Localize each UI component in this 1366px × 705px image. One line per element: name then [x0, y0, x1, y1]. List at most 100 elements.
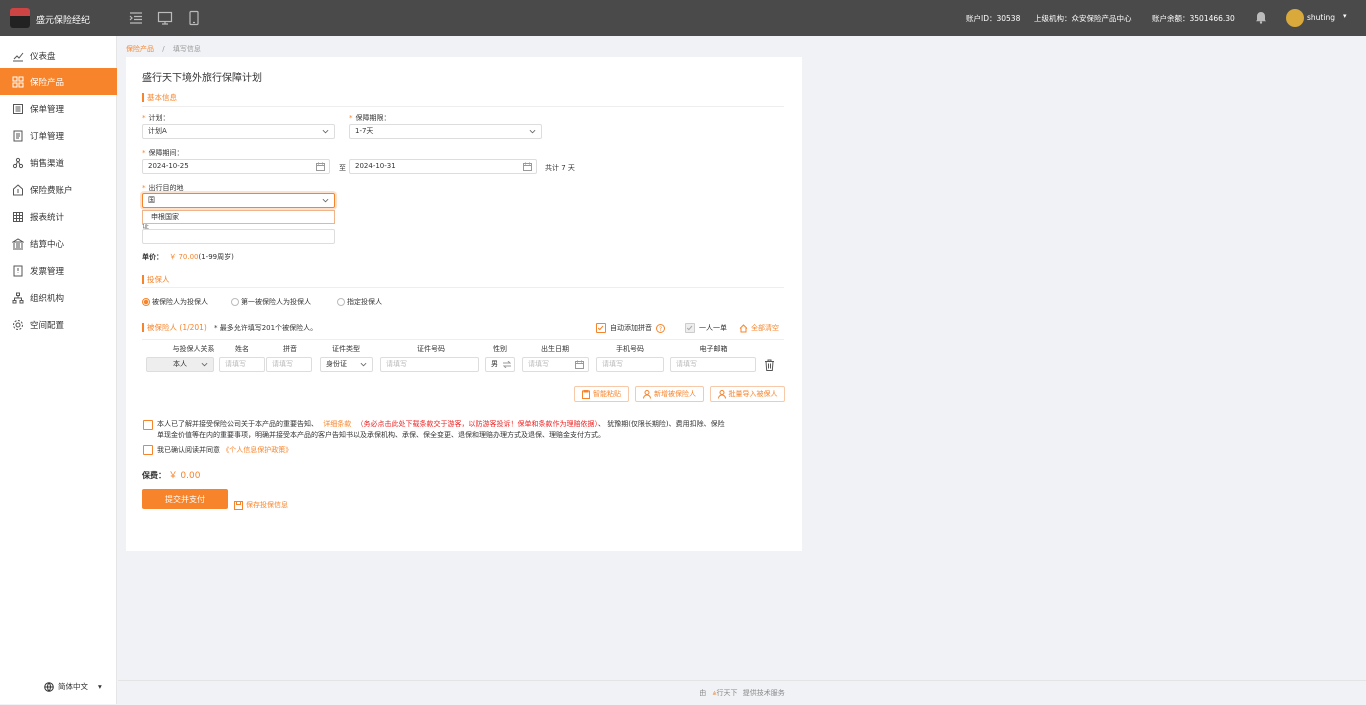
- caret-down-icon: ▾: [98, 682, 102, 691]
- footer: 由 ⩓行天下 提供技术服务: [118, 680, 1366, 704]
- sidebar-item-settlement[interactable]: 结算中心: [0, 230, 117, 257]
- destination-input[interactable]: 国: [142, 193, 335, 208]
- pinyin-input[interactable]: 请填写: [266, 357, 312, 372]
- hidden-field-input[interactable]: [142, 229, 335, 244]
- user-import-icon: [717, 389, 726, 399]
- gender-toggle[interactable]: 男: [485, 357, 515, 372]
- breadcrumb-root[interactable]: 保险产品: [126, 45, 154, 53]
- chevron-down-icon: [529, 129, 536, 134]
- col-name: 姓名: [235, 345, 249, 353]
- sidebar-item-channels[interactable]: 销售渠道: [0, 149, 117, 176]
- trash-icon[interactable]: [764, 359, 775, 371]
- caret-down-icon[interactable]: ▾: [1343, 12, 1347, 20]
- sidebar: 仪表盘 保险产品 保单管理 订单管理 销售渠道 保险费账户 报表统计 结算中心 …: [0, 36, 117, 704]
- one-per-policy-checkbox[interactable]: 一人一单: [685, 323, 727, 333]
- end-date-input[interactable]: 2024-10-31: [349, 159, 537, 174]
- sidebar-item-space-config[interactable]: 空间配置: [0, 311, 117, 338]
- col-gender: 性别: [493, 345, 507, 353]
- id-number-input[interactable]: 请填写: [380, 357, 479, 372]
- indent-icon[interactable]: [128, 10, 144, 26]
- phone-input[interactable]: 请填写: [596, 357, 664, 372]
- share-icon: [12, 157, 24, 168]
- org-icon: [12, 292, 24, 303]
- svg-text:?: ?: [659, 326, 662, 333]
- sidebar-item-products[interactable]: 保险产品: [0, 68, 117, 95]
- gear-icon: [13, 319, 23, 330]
- sidebar-item-label: 订单管理: [30, 131, 65, 142]
- footer-brand: 行天下: [716, 689, 738, 697]
- sidebar-item-policies[interactable]: 保单管理: [0, 95, 117, 122]
- radio-insured-is-applicant[interactable]: 被保险人为投保人: [142, 297, 208, 307]
- smart-paste-button[interactable]: 智能粘贴: [574, 386, 629, 402]
- help-icon[interactable]: ?: [656, 323, 665, 333]
- sidebar-item-label: 保险费账户: [30, 185, 73, 196]
- terms-link[interactable]: 详细条款: [323, 420, 351, 428]
- id-type-select[interactable]: 身份证: [320, 357, 373, 372]
- clear-all-button[interactable]: 全部清空: [739, 323, 779, 333]
- privacy-policy-link[interactable]: 《个人信息保护政策》: [222, 446, 292, 454]
- wallet-icon: [13, 183, 23, 195]
- divider: [142, 339, 784, 340]
- calendar-icon: [316, 162, 325, 171]
- term-label: * 保障期限：: [349, 114, 391, 122]
- bell-icon[interactable]: [1254, 10, 1268, 24]
- doc-icon: [13, 130, 23, 141]
- sidebar-item-organization[interactable]: 组织机构: [0, 284, 117, 311]
- username[interactable]: shuting: [1307, 13, 1335, 22]
- section-insured: 被保险人 (1/201): [142, 323, 207, 332]
- divider: [142, 106, 784, 107]
- col-pinyin: 拼音: [283, 345, 297, 353]
- col-birthdate: 出生日期: [541, 345, 569, 353]
- start-date-input[interactable]: 2024-10-25: [142, 159, 330, 174]
- bank-icon: [12, 237, 24, 249]
- sidebar-item-dashboard[interactable]: 仪表盘: [0, 42, 117, 69]
- agree-privacy-checkbox[interactable]: [143, 445, 153, 455]
- language-switcher[interactable]: 简体中文 ▾: [44, 681, 102, 692]
- avatar[interactable]: [1286, 9, 1304, 27]
- sidebar-item-reports[interactable]: 报表统计: [0, 203, 117, 230]
- submit-pay-button[interactable]: 提交并支付: [142, 489, 228, 509]
- radio-designated-applicant[interactable]: 指定投保人: [337, 297, 382, 307]
- total-days: 共计 7 天: [545, 164, 575, 172]
- relation-select[interactable]: 本人: [146, 357, 214, 372]
- radio-first-insured-applicant[interactable]: 第一被保险人为投保人: [231, 297, 311, 307]
- breadcrumb-separator: /: [162, 45, 165, 53]
- col-email: 电子邮箱: [699, 345, 728, 353]
- sidebar-item-premium-account[interactable]: 保险费账户: [0, 176, 117, 203]
- destination-option[interactable]: 申根国家: [142, 210, 335, 224]
- birthdate-input[interactable]: 请填写: [522, 357, 589, 372]
- top-bar: 盛元保险经纪 账户ID：30538 上级机构：众安保险产品中心 账户余额：350…: [0, 0, 1366, 36]
- invoice-icon: [13, 265, 23, 276]
- sidebar-item-label: 空间配置: [30, 320, 65, 331]
- agree-terms-text: 本人已了解并接受保险公司关于本产品的重要告知、 详细条款 （务必点击此处下载条款…: [157, 420, 725, 439]
- clear-icon: [739, 323, 748, 332]
- auto-pinyin-checkbox[interactable]: 自动添加拼音 ?: [596, 323, 665, 333]
- name-input[interactable]: 请填写: [219, 357, 265, 372]
- sidebar-item-invoices[interactable]: 发票管理: [0, 257, 117, 284]
- desktop-icon[interactable]: [157, 10, 173, 26]
- add-insured-button[interactable]: 新增被保险人: [635, 386, 704, 402]
- premium: 保费： ￥ 0.00: [142, 471, 201, 481]
- save-icon: [234, 500, 243, 510]
- term-select[interactable]: 1-7天: [349, 124, 542, 139]
- sidebar-item-orders[interactable]: 订单管理: [0, 122, 117, 149]
- breadcrumb-current: 填写信息: [172, 45, 201, 53]
- chart-icon: [13, 52, 24, 61]
- breadcrumb: 保险产品 / 填写信息: [126, 44, 201, 54]
- email-input[interactable]: 请填写: [670, 357, 756, 372]
- batch-import-button[interactable]: 批量导入被保人: [710, 386, 785, 402]
- globe-icon: [44, 681, 54, 692]
- save-info-button[interactable]: 保存投保信息: [234, 500, 288, 510]
- table-icon: [13, 211, 23, 222]
- period-label: * 保障期间：: [142, 149, 184, 157]
- brand-name: 盛元保险经纪: [36, 16, 91, 26]
- chevron-down-icon: [201, 362, 208, 367]
- mobile-icon[interactable]: [186, 10, 202, 26]
- calendar-icon: [575, 360, 584, 369]
- plan-select[interactable]: 计划A: [142, 124, 335, 139]
- plan-label: * 计划：: [142, 114, 170, 122]
- destination-label: * 出行目的地: [142, 184, 184, 192]
- col-id-number: 证件号码: [417, 345, 445, 353]
- brand-logo: [10, 8, 30, 28]
- agree-terms-checkbox[interactable]: [143, 420, 153, 430]
